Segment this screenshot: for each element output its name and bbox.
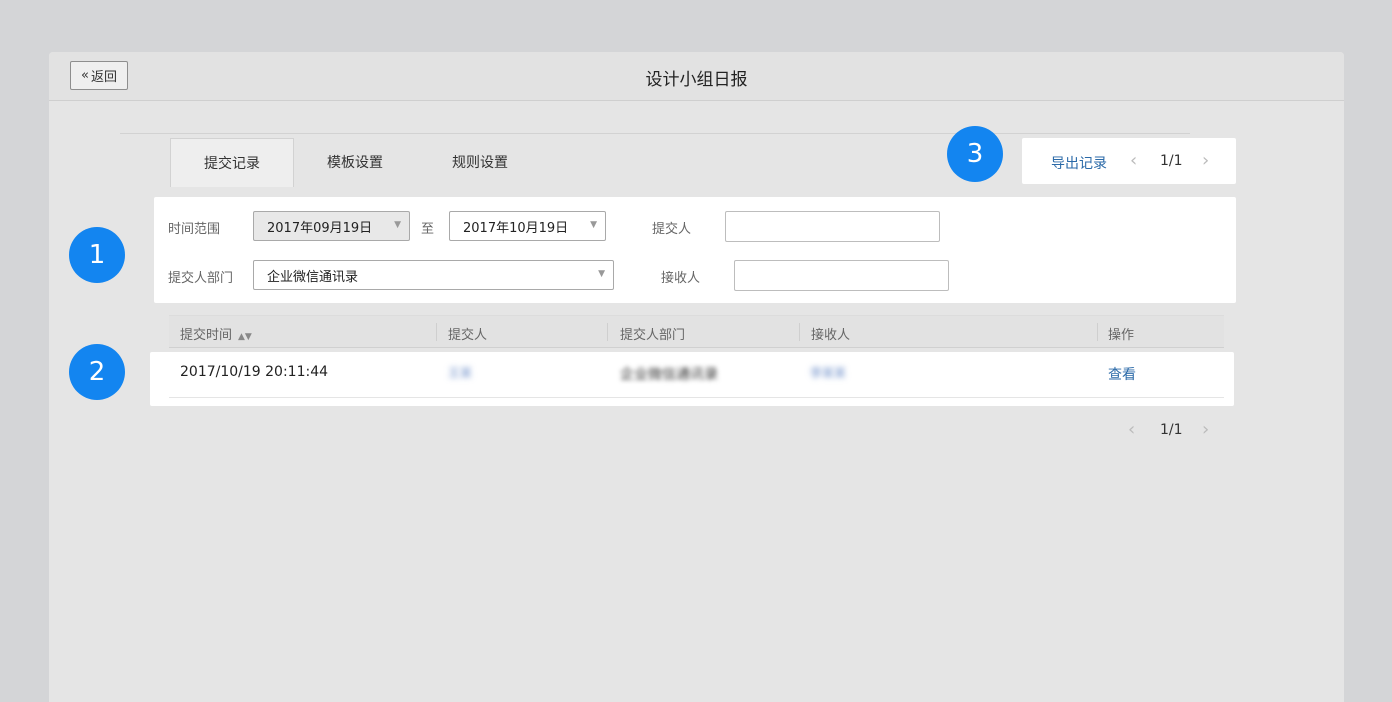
chevron-left-icon[interactable]: ‹ bbox=[1128, 419, 1135, 440]
column-divider bbox=[1097, 323, 1098, 341]
department-select[interactable]: 企业微信通讯录 ▼ bbox=[253, 260, 614, 290]
caret-down-icon: ▼ bbox=[394, 220, 401, 230]
cell-receiver: 李某某 bbox=[810, 366, 847, 380]
time-range-label: 时间范围 bbox=[168, 222, 221, 237]
tab-label: 规则设置 bbox=[452, 155, 508, 171]
title-bar: « 返回 设计小组日报 bbox=[49, 52, 1344, 101]
start-date-select[interactable]: 2017年09月19日 ▼ bbox=[253, 211, 410, 241]
column-header-time[interactable]: 提交时间 ▲▼ bbox=[180, 324, 252, 343]
column-divider bbox=[799, 323, 800, 341]
view-link[interactable]: 查看 bbox=[1108, 364, 1136, 384]
cell-department: 企业微信通讯录 bbox=[620, 367, 718, 383]
sort-icon[interactable]: ▲▼ bbox=[238, 332, 252, 342]
to-label: 至 bbox=[421, 222, 435, 237]
chevron-right-icon[interactable]: › bbox=[1202, 419, 1209, 440]
bottom-page-indicator: 1/1 bbox=[1160, 422, 1183, 438]
export-records-link[interactable]: 导出记录 bbox=[1051, 153, 1107, 173]
tab-rule-settings[interactable]: 规则设置 bbox=[425, 138, 535, 186]
step-badge-1: 1 bbox=[69, 227, 125, 283]
caret-down-icon: ▼ bbox=[598, 269, 605, 279]
tab-template-settings[interactable]: 模板设置 bbox=[300, 138, 410, 186]
page-title: 设计小组日报 bbox=[645, 70, 748, 90]
submitter-label: 提交人 bbox=[652, 222, 692, 237]
cell-submitter: 王某 bbox=[448, 366, 473, 380]
column-header-action: 操作 bbox=[1108, 328, 1135, 343]
tab-label: 提交记录 bbox=[204, 156, 260, 172]
start-date-value: 2017年09月19日 bbox=[267, 220, 373, 236]
step-badge-2: 2 bbox=[69, 344, 125, 400]
table-header: 提交时间 ▲▼ 提交人 提交人部门 接收人 操作 bbox=[169, 315, 1224, 348]
page-indicator: 1/1 bbox=[1160, 153, 1183, 169]
tab-divider bbox=[120, 133, 1190, 134]
export-toolbar: 导出记录 ‹ 1/1 › bbox=[1022, 138, 1236, 184]
column-label: 提交时间 bbox=[180, 328, 233, 343]
chevron-right-icon[interactable]: › bbox=[1202, 150, 1209, 171]
cell-time: 2017/10/19 20:11:44 bbox=[180, 364, 329, 380]
submitter-input[interactable] bbox=[725, 211, 940, 242]
tab-submission-records[interactable]: 提交记录 bbox=[170, 138, 294, 187]
chevron-left-icon[interactable]: ‹ bbox=[1130, 150, 1137, 171]
caret-down-icon: ▼ bbox=[590, 220, 597, 230]
filter-panel: 时间范围 2017年09月19日 ▼ 至 2017年10月19日 ▼ 提交人 提… bbox=[154, 197, 1236, 303]
column-header-receiver: 接收人 bbox=[811, 328, 851, 343]
tab-label: 模板设置 bbox=[327, 155, 383, 171]
receiver-label: 接收人 bbox=[661, 271, 701, 286]
end-date-value: 2017年10月19日 bbox=[463, 220, 569, 236]
column-divider bbox=[436, 323, 437, 341]
department-label: 提交人部门 bbox=[168, 271, 234, 286]
column-header-submitter: 提交人 bbox=[448, 328, 488, 343]
table-row: 2017/10/19 20:11:44 王某 企业微信通讯录 李某某 查看 bbox=[150, 352, 1234, 406]
receiver-input[interactable] bbox=[734, 260, 949, 291]
column-divider bbox=[607, 323, 608, 341]
column-header-department: 提交人部门 bbox=[620, 328, 686, 343]
row-divider bbox=[169, 397, 1224, 398]
step-badge-3: 3 bbox=[947, 126, 1003, 182]
department-value: 企业微信通讯录 bbox=[267, 269, 359, 285]
end-date-select[interactable]: 2017年10月19日 ▼ bbox=[449, 211, 606, 241]
